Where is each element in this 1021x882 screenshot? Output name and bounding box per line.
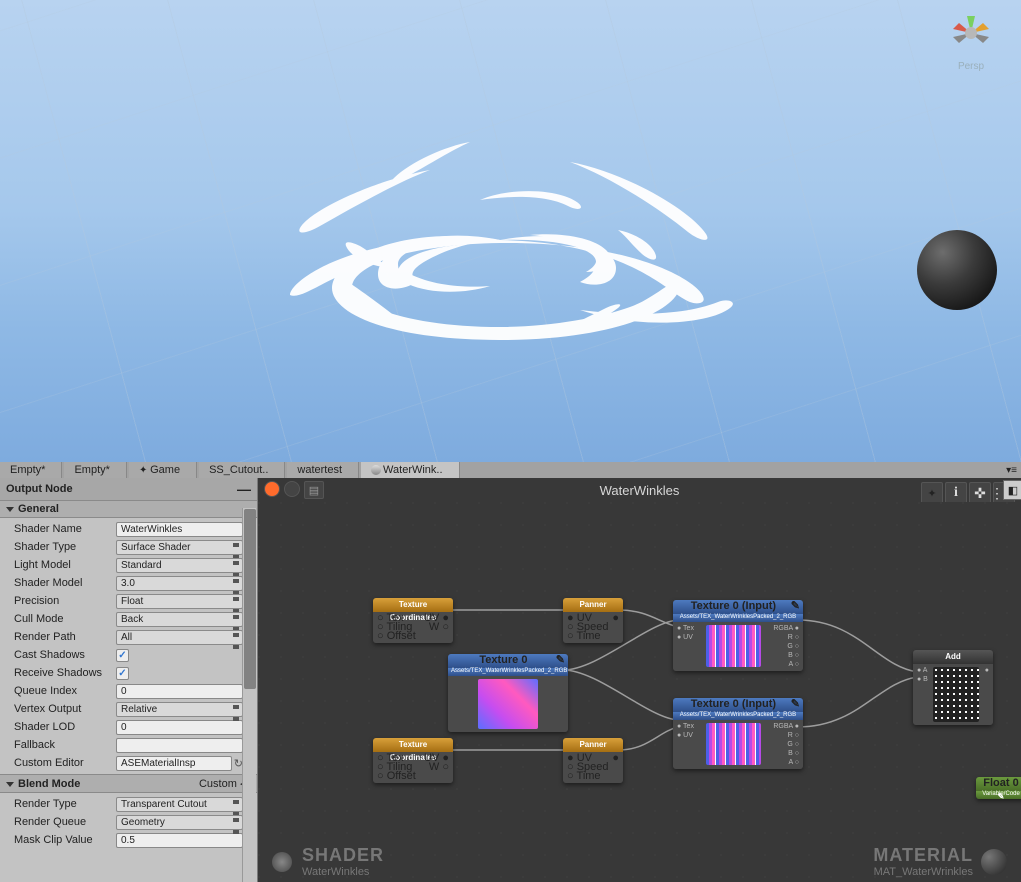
live-record-on-button[interactable] bbox=[264, 481, 280, 497]
focus-button[interactable]: ✜ bbox=[969, 482, 991, 504]
clear-icon: ▤ bbox=[309, 484, 319, 497]
help-icon: ✦ bbox=[927, 487, 936, 500]
tab-game[interactable]: ✦ Game bbox=[129, 462, 197, 478]
material-heading: MATERIAL bbox=[873, 845, 973, 866]
shader-name-footer: WaterWinkles bbox=[302, 866, 384, 878]
inspector-panel: Output Node — General Shader NameWaterWi… bbox=[0, 478, 258, 882]
shader-icon-small bbox=[272, 852, 292, 872]
shader-heading: SHADER bbox=[302, 845, 384, 866]
prop-shader-name: Shader NameWaterWinkles bbox=[14, 520, 257, 538]
prop-vertex-output: Vertex OutputRelative bbox=[14, 700, 257, 718]
prop-cast-shadows: Cast Shadows✓ bbox=[14, 646, 257, 664]
scene-sphere[interactable] bbox=[917, 230, 997, 310]
node-texture-0[interactable]: Texture 0 ✎ Assets/TEX_WaterWrinklesPack… bbox=[448, 654, 568, 732]
node-texcoord-2[interactable]: Texture Coordinates ○ TexUV ●○ TilingW ○… bbox=[373, 738, 453, 783]
prop-custom-editor: Custom EditorASEMaterialInsp↻ bbox=[14, 754, 257, 772]
inspector-scrollbar[interactable] bbox=[242, 508, 256, 882]
prop-queue-index: Queue Index0 bbox=[14, 682, 257, 700]
section-blend-mode[interactable]: Blend Mode Custom ◂▸ bbox=[0, 774, 257, 793]
prop-cull-mode: Cull ModeBack bbox=[14, 610, 257, 628]
prop-light-model: Light ModelStandard bbox=[14, 556, 257, 574]
help-button[interactable]: ✦ bbox=[921, 482, 943, 504]
node-editor-toolbar: ▤ WaterWinkles bbox=[258, 478, 1021, 503]
node-sample-2[interactable]: Texture 0 (Input) ✎ Assets/TEX_WaterWrin… bbox=[673, 698, 803, 769]
scene-view[interactable]: Persp bbox=[0, 0, 1021, 462]
prop-shader-model: Shader Model3.0 bbox=[14, 574, 257, 592]
prop-render-path: Render PathAll bbox=[14, 628, 257, 646]
tab-empty-1[interactable]: Empty* bbox=[0, 462, 62, 478]
prop-render-type: Render TypeTransparent Cutout bbox=[14, 795, 257, 813]
prop-receive-shadows: Receive Shadows✓ bbox=[14, 664, 257, 682]
section-general[interactable]: General bbox=[0, 500, 257, 518]
scene-swirl-effect bbox=[220, 80, 780, 400]
tab-bar: Empty* Empty* ✦ Game SS_Cutout.. waterte… bbox=[0, 462, 1021, 478]
prop-shader-lod: Shader LOD0 bbox=[14, 718, 257, 736]
prop-fallback: Fallback bbox=[14, 736, 257, 754]
clear-button[interactable]: ▤ bbox=[304, 481, 324, 499]
node-sample-1[interactable]: Texture 0 (Input) ✎ Assets/TEX_WaterWrin… bbox=[673, 600, 803, 671]
node-add[interactable]: Add ● A● B ● bbox=[913, 650, 993, 725]
scene-gizmo[interactable]: Persp bbox=[941, 8, 1001, 78]
node-float-0[interactable]: Float 0 ✎ Variable/Code bbox=[976, 777, 1021, 799]
prop-render-queue: Render QueueGeometry bbox=[14, 813, 257, 831]
tab-watertest[interactable]: watertest bbox=[287, 462, 359, 478]
editor-footer: SHADER WaterWinkles MATERIAL MAT_WaterWr… bbox=[272, 845, 1007, 878]
editor-title: WaterWinkles bbox=[600, 483, 680, 498]
node-texcoord-1[interactable]: Texture Coordinates ○ TexUV ●○ TilingW ○… bbox=[373, 598, 453, 643]
prop-mask-clip: Mask Clip Value0.5 bbox=[14, 831, 257, 849]
prop-precision: PrecisionFloat bbox=[14, 592, 257, 610]
material-name-footer: MAT_WaterWrinkles bbox=[873, 866, 973, 878]
projection-label[interactable]: Persp bbox=[941, 61, 1001, 72]
tab-waterwinkles[interactable]: WaterWink.. bbox=[361, 462, 460, 478]
prop-shader-type: Shader TypeSurface Shader bbox=[14, 538, 257, 556]
node-panner-1[interactable]: Panner ● UV●○ Speed○ Time bbox=[563, 598, 623, 643]
node-panner-2[interactable]: Panner ● UV●○ Speed○ Time bbox=[563, 738, 623, 783]
live-record-off-button[interactable] bbox=[284, 481, 300, 497]
tab-overflow-button[interactable]: ▾≡ bbox=[1006, 465, 1017, 476]
tab-ss-cutout[interactable]: SS_Cutout.. bbox=[199, 462, 285, 478]
shader-icon bbox=[371, 465, 381, 475]
sidebar-toggle[interactable]: ◧ bbox=[1003, 480, 1021, 500]
node-canvas[interactable]: Texture Coordinates ○ TexUV ●○ TilingW ○… bbox=[258, 502, 1021, 882]
minimize-icon[interactable]: — bbox=[237, 481, 251, 497]
node-editor[interactable]: ▤ WaterWinkles ✦ i ✜ ⋮⋮ ◧ bbox=[258, 478, 1021, 882]
material-preview-ball[interactable] bbox=[981, 849, 1007, 875]
tab-empty-2[interactable]: Empty* bbox=[64, 462, 126, 478]
info-button[interactable]: i bbox=[945, 482, 967, 504]
inspector-title: Output Node — bbox=[0, 478, 257, 500]
